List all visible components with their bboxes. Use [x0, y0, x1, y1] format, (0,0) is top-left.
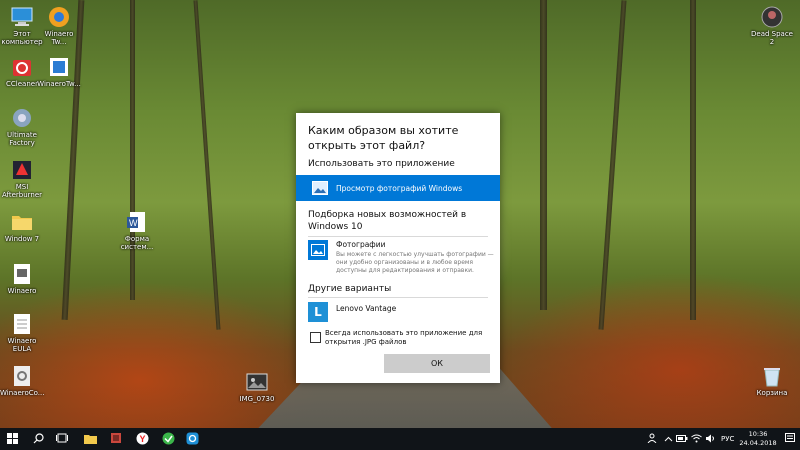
tray-battery[interactable]	[676, 431, 688, 447]
always-use-label: Всегда использовать это приложение для о…	[325, 329, 483, 346]
app-box-icon	[110, 432, 122, 446]
clock-date: 24.04.2018	[739, 439, 777, 447]
ultimate-factory-icon	[10, 106, 34, 130]
photos-app-label: Фотографии	[336, 240, 386, 249]
blue-app-icon	[186, 432, 199, 447]
winaero-icon	[10, 262, 34, 286]
action-center-icon	[785, 433, 795, 445]
svg-text:Y: Y	[139, 434, 145, 444]
eula-document-icon	[10, 312, 34, 336]
taskbar-app-box[interactable]	[108, 431, 124, 447]
desktop-icon-dead-space[interactable]: Dead Space 2	[750, 5, 794, 46]
divider	[308, 297, 488, 298]
windows-logo-icon	[6, 432, 18, 446]
recycle-bin-icon	[760, 364, 784, 388]
lenovo-vantage-label: Lenovo Vantage	[336, 304, 397, 313]
always-use-checkbox[interactable]	[310, 332, 321, 343]
taskbar-app-blue[interactable]	[184, 431, 200, 447]
search-icon	[33, 432, 44, 446]
svg-text:W: W	[129, 218, 138, 228]
photos-app-description: Вы можете с легкостью улучшать фотографи…	[336, 251, 494, 274]
photo-viewer-icon	[312, 181, 328, 195]
tray-volume[interactable]	[704, 431, 716, 447]
image-file-icon	[245, 370, 269, 394]
desktop-icon-winaero-eula[interactable]: Winaero EULA	[0, 312, 44, 353]
msi-afterburner-icon	[10, 158, 34, 182]
computer-icon	[10, 5, 34, 29]
battery-icon	[676, 434, 688, 444]
folder-icon	[10, 210, 34, 234]
yandex-browser-icon: Y	[136, 432, 149, 447]
photo-viewer-label: Просмотр фотографий Windows	[336, 183, 463, 193]
app-option-lenovo-vantage[interactable]: L Lenovo Vantage	[308, 302, 494, 322]
dead-space-icon	[760, 5, 784, 29]
winaero-config-icon	[10, 364, 34, 388]
photos-app-icon	[308, 240, 328, 260]
start-button[interactable]	[4, 431, 20, 447]
tray-people[interactable]	[646, 431, 658, 447]
open-with-dialog: Каким образом вы хотите открыть этот фай…	[296, 113, 500, 383]
desktop-icon-winaero-tweaker-2[interactable]: WinaeroTw...	[37, 55, 81, 88]
tray-notifications[interactable]	[784, 431, 796, 447]
ok-button[interactable]: ОК	[384, 354, 490, 373]
desktop-icon-window-7[interactable]: Window 7	[0, 210, 44, 243]
task-view-icon	[56, 433, 68, 445]
section-other-options: Другие варианты	[308, 284, 392, 294]
winaero-tweaker-2-icon	[47, 55, 71, 79]
clock-time: 10:36	[748, 430, 768, 438]
tray-language[interactable]: РУС	[721, 435, 734, 443]
app-option-photo-viewer[interactable]: Просмотр фотографий Windows	[296, 175, 500, 201]
desktop-icon-recycle-bin[interactable]: Корзина	[750, 364, 794, 397]
taskbar-file-explorer[interactable]	[82, 431, 98, 447]
desktop-icon-ultimate-factory[interactable]: Ultimate Factory	[0, 106, 44, 147]
desktop-icon-winaero-config[interactable]: WinaeroCo...	[0, 364, 44, 397]
green-app-icon	[162, 432, 175, 447]
desktop-icon-winaero[interactable]: Winaero	[0, 262, 44, 295]
wifi-icon	[690, 434, 702, 445]
winaero-tweaker-icon	[47, 5, 71, 29]
desktop-icon-img-0730[interactable]: IMG_0730	[235, 370, 279, 403]
word-document-icon: W	[125, 210, 149, 234]
taskbar: Y РУС 10:36 24.04.2018	[0, 428, 800, 450]
tray-clock[interactable]: 10:36 24.04.2018	[738, 430, 778, 448]
section-new-features: Подборка новых возможностей в Windows 10	[308, 210, 467, 232]
desktop-icon-forma[interactable]: W Форма систем...	[115, 210, 159, 251]
tray-show-hidden[interactable]	[662, 431, 674, 447]
section-use-this-app: Использовать это приложение	[308, 159, 455, 169]
speaker-icon	[705, 434, 716, 445]
task-view-button[interactable]	[54, 431, 70, 447]
tray-network[interactable]	[690, 431, 702, 447]
dialog-title: Каким образом вы хотите открыть этот фай…	[308, 124, 459, 152]
desktop-icon-msi-afterburner[interactable]: MSI Afterburner	[0, 158, 44, 199]
search-button[interactable]	[30, 431, 46, 447]
chevron-up-icon	[664, 435, 673, 444]
app-option-photos[interactable]: Фотографии Вы можете с легкостью улучшат…	[308, 240, 494, 278]
taskbar-yandex-browser[interactable]: Y	[134, 431, 150, 447]
file-explorer-icon	[83, 433, 97, 446]
people-icon	[647, 433, 657, 445]
lenovo-vantage-icon: L	[308, 302, 328, 322]
taskbar-app-green[interactable]	[160, 431, 176, 447]
ccleaner-icon	[10, 55, 34, 79]
desktop-icon-winaero-tweaker[interactable]: Winaero Tw...	[37, 5, 81, 46]
divider	[308, 236, 488, 237]
